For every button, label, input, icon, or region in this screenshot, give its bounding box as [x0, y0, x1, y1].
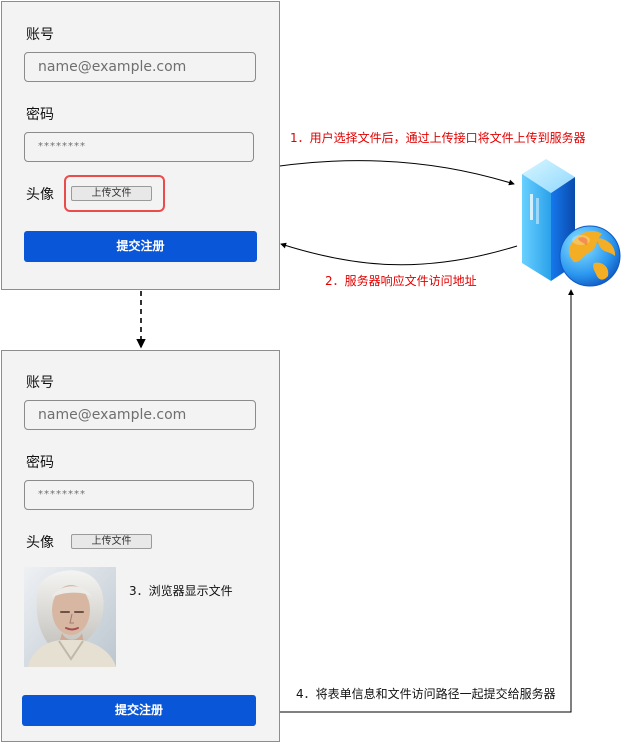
account-label: 账号: [26, 375, 54, 391]
avatar-label: 头像: [26, 187, 54, 203]
submit-register-button[interactable]: 提交注册: [24, 231, 257, 262]
step-4-annotation: 4．将表单信息和文件访问路径一起提交给服务器: [296, 687, 556, 701]
account-input[interactable]: name@example.com: [24, 400, 256, 430]
response-arrow: [280, 242, 518, 266]
account-input[interactable]: name@example.com: [24, 52, 256, 82]
avatar-preview: [24, 567, 116, 667]
step-2-annotation: 2．服务器响应文件访问地址: [325, 274, 477, 288]
account-label: 账号: [26, 27, 54, 43]
password-label: 密码: [26, 455, 54, 471]
registration-form-after: 账号 name@example.com 密码 ******** 头像 上传文件: [1, 350, 280, 742]
upload-file-button[interactable]: 上传文件: [71, 186, 152, 201]
submit-arrow: [255, 289, 574, 713]
upload-file-button[interactable]: 上传文件: [71, 534, 152, 549]
registration-form-before: 账号 name@example.com 密码 ******** 头像 上传文件 …: [1, 1, 280, 290]
step-1-annotation: 1．用户选择文件后，通过上传接口将文件上传到服务器: [290, 131, 586, 145]
step-3-annotation: 3．浏览器显示文件: [129, 584, 233, 598]
submit-register-button[interactable]: 提交注册: [22, 695, 256, 726]
password-label: 密码: [26, 107, 54, 123]
server-globe-icon: [512, 158, 622, 290]
password-input[interactable]: ********: [24, 132, 254, 162]
password-input[interactable]: ********: [24, 480, 254, 510]
avatar-label: 头像: [26, 535, 54, 551]
